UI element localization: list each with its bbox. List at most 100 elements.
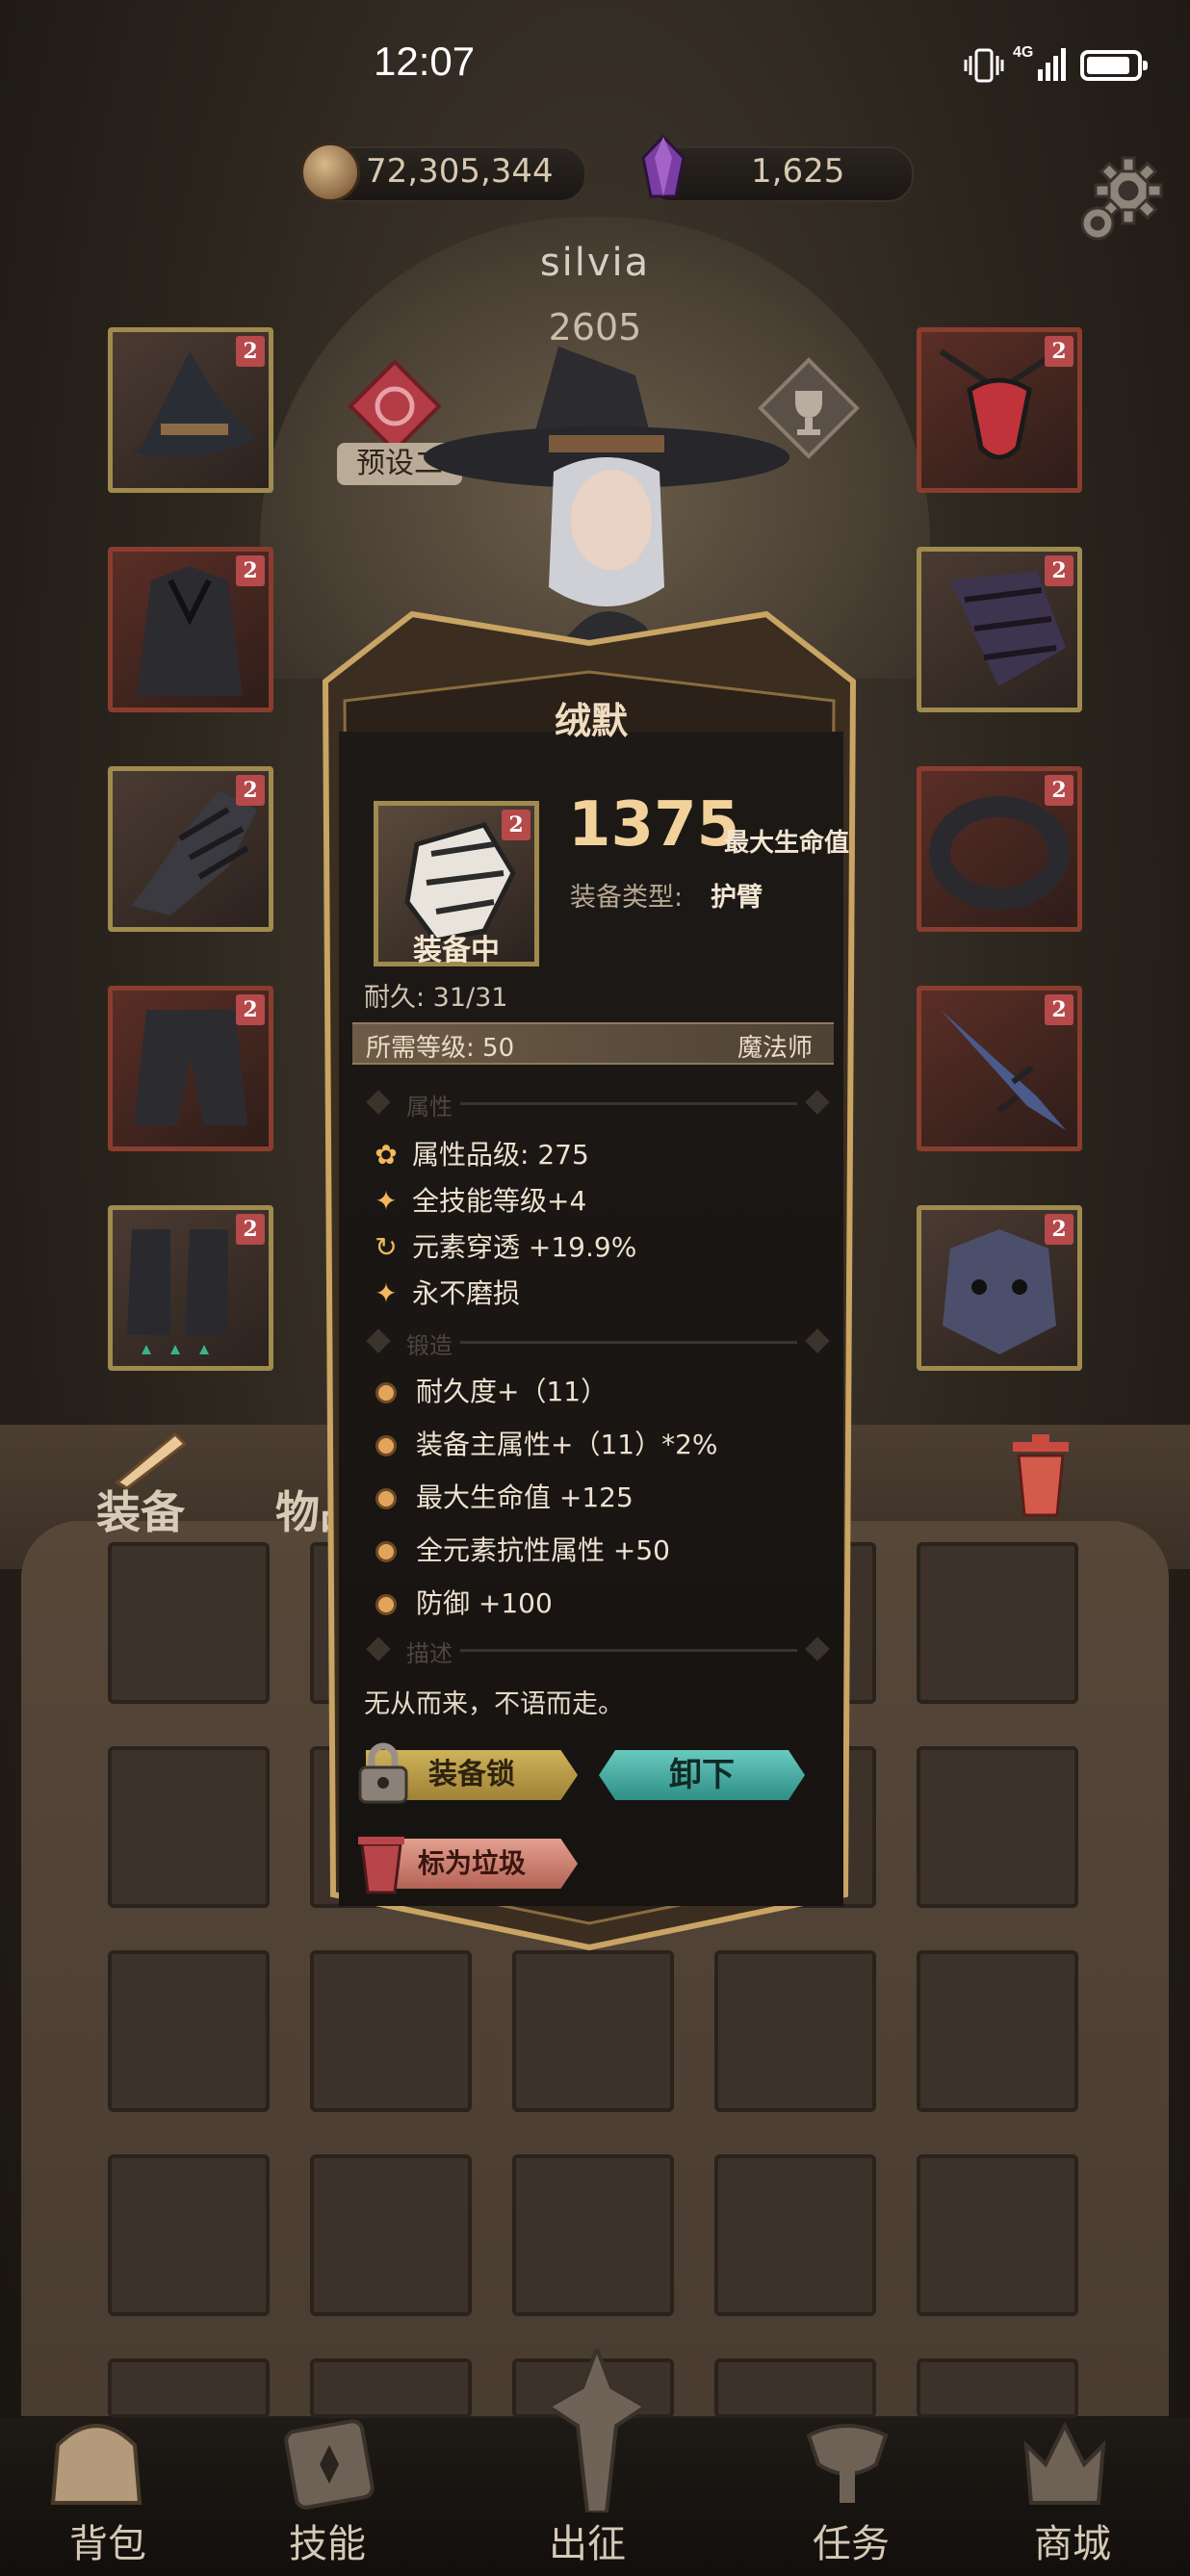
tier-badge: 2 <box>236 1214 265 1245</box>
inventory-slot[interactable] <box>512 2154 674 2316</box>
tier-badge: 2 <box>502 810 530 840</box>
inventory-slot[interactable] <box>310 1950 472 2112</box>
network-label: 4G <box>1013 44 1034 61</box>
forge-text: 最大生命值 +125 <box>416 1481 634 1513</box>
section-label: 属性 <box>406 1094 453 1121</box>
equip-slot-ring[interactable]: 2 <box>917 766 1082 932</box>
gem-amount: 1,625 <box>751 152 845 191</box>
nav-skills[interactable]: 技能 <box>289 2512 366 2568</box>
equip-type-label: 装备类型: <box>570 883 684 913</box>
tier-badge: 2 <box>1045 555 1074 586</box>
star-icon: ✦ <box>375 1185 398 1217</box>
bullet-icon <box>375 1382 397 1404</box>
inventory-slot[interactable] <box>917 1746 1078 1908</box>
equip-slot-armor[interactable]: 2 <box>108 547 273 712</box>
trash-tag-icon <box>358 1837 404 1894</box>
character-name: silvia <box>539 241 651 285</box>
gold-amount: 72,305,344 <box>366 152 554 191</box>
attribute-row: ✦ 全技能等级+4 <box>370 1180 586 1219</box>
cycle-icon: ↻ <box>375 1231 398 1263</box>
inventory-slot[interactable] <box>714 1950 876 2112</box>
lock-icon <box>358 1742 408 1804</box>
equipped-label: 装备中 <box>413 934 500 967</box>
settings-gear-icon[interactable] <box>1071 154 1167 250</box>
item-title: 绒默 <box>554 700 628 742</box>
nav-backpack[interactable]: 背包 <box>69 2512 146 2568</box>
forge-text: 装备主属性+（11）*2% <box>416 1429 718 1460</box>
bullet-icon <box>375 1541 397 1562</box>
bullet-icon <box>375 1435 397 1456</box>
quality-icon: ✿ <box>375 1139 398 1171</box>
inventory-slot[interactable] <box>310 2154 472 2316</box>
forge-row: 最大生命值 +125 <box>375 1477 634 1515</box>
forge-row: 耐久度+（11） <box>375 1371 608 1409</box>
expedition-icon[interactable] <box>501 2349 693 2512</box>
forge-row: 装备主属性+（11）*2% <box>375 1424 718 1462</box>
tier-badge: 2 <box>236 555 265 586</box>
bullet-icon <box>375 1488 397 1509</box>
forge-row: 防御 +100 <box>375 1583 553 1621</box>
inventory-slot[interactable] <box>714 2154 876 2316</box>
nav-expedition[interactable]: 出征 <box>549 2512 626 2568</box>
section-label: 描述 <box>406 1640 453 1667</box>
equip-slot-boots[interactable]: 2 <box>108 1205 273 1371</box>
equip-slot-pants[interactable]: 2 <box>108 986 273 1151</box>
section-attributes: 属性 <box>364 1084 830 1122</box>
attribute-text: 全技能等级+4 <box>412 1185 587 1217</box>
forge-text: 全元素抗性属性 +50 <box>416 1534 670 1566</box>
shop-icon[interactable] <box>1007 2407 1123 2512</box>
equip-slot-offhand[interactable]: 2 <box>917 1205 1082 1371</box>
gold-coin-icon <box>300 142 360 202</box>
signal-icon <box>1038 48 1066 81</box>
required-class: 魔法师 <box>737 1034 814 1063</box>
nav-quests[interactable]: 任务 <box>813 2512 890 2568</box>
quest-icon[interactable] <box>789 2407 905 2512</box>
equip-slot-hat[interactable]: 2 <box>108 327 273 493</box>
inventory-slot[interactable] <box>512 1950 674 2112</box>
equip-slot-weapon[interactable]: 2 <box>917 986 1082 1151</box>
battery-icon <box>1080 50 1148 81</box>
attribute-row: ✦ 永不磨损 <box>370 1273 520 1311</box>
section-forging: 锻造 <box>364 1323 830 1361</box>
gem-icon <box>641 135 686 198</box>
forge-text: 防御 +100 <box>416 1587 553 1619</box>
tier-badge: 2 <box>236 775 265 806</box>
attribute-row: ✿ 属性品级: 275 <box>370 1134 589 1172</box>
unequip-button[interactable]: 卸下 <box>599 1750 805 1800</box>
bullet-icon <box>375 1594 397 1615</box>
vibrate-icon <box>964 48 1004 83</box>
equip-slot-amulet[interactable]: 2 <box>917 327 1082 493</box>
trash-can-icon[interactable] <box>1009 1434 1073 1517</box>
attribute-text: 属性品级: 275 <box>412 1139 589 1171</box>
inventory-slot[interactable] <box>108 1746 270 1908</box>
star-icon: ✦ <box>375 1277 398 1309</box>
tier-badge: 2 <box>1045 775 1074 806</box>
inventory-slot[interactable] <box>917 1542 1078 1704</box>
attribute-text: 元素穿透 +19.9% <box>412 1231 637 1263</box>
tier-badge: 2 <box>1045 336 1074 367</box>
backpack-icon[interactable] <box>39 2407 154 2512</box>
tier-badge: 2 <box>1045 1214 1074 1245</box>
tier-badge: 2 <box>1045 994 1074 1025</box>
tab-equipment[interactable]: 装备 <box>96 1478 185 1541</box>
skills-icon[interactable] <box>272 2407 387 2512</box>
inventory-slot[interactable] <box>108 2154 270 2316</box>
tier-badge: 2 <box>236 336 265 367</box>
main-stat-name: 最大生命值 <box>724 829 850 858</box>
required-level: 所需等级: 50 <box>366 1034 515 1063</box>
main-stat-value: 1375 <box>568 789 740 861</box>
clock: 12:07 <box>374 39 476 84</box>
inventory-slot[interactable] <box>917 2154 1078 2316</box>
equip-slot-bracer[interactable]: 2 <box>917 547 1082 712</box>
inventory-slot[interactable] <box>108 1542 270 1704</box>
inventory-slot[interactable] <box>917 1950 1078 2112</box>
nav-shop[interactable]: 商城 <box>1034 2512 1111 2568</box>
section-label: 锻造 <box>406 1332 453 1359</box>
durability: 耐久: 31/31 <box>364 983 508 1013</box>
inventory-slot[interactable] <box>108 1950 270 2112</box>
item-description: 无从而来，不语而走。 <box>364 1689 624 1719</box>
attribute-text: 永不磨损 <box>412 1277 521 1309</box>
status-bar <box>0 0 1190 135</box>
forge-text: 耐久度+（11） <box>416 1376 608 1407</box>
equip-slot-gloves[interactable]: 2 <box>108 766 273 932</box>
